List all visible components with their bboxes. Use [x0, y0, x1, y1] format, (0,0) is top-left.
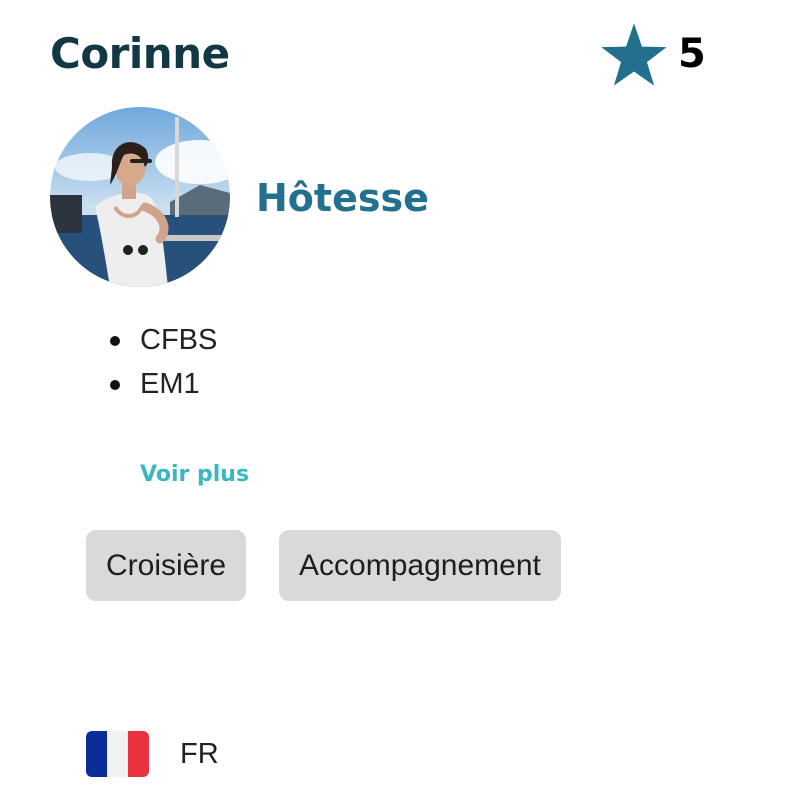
language: FR: [86, 731, 219, 777]
certifications-list: CFBS EM1: [109, 318, 217, 406]
certification-item: EM1: [109, 362, 217, 406]
tags-list: Croisière Accompagnement: [86, 530, 594, 601]
certification-item: CFBS: [109, 318, 217, 362]
rating: 5: [600, 22, 706, 86]
france-flag-icon: [86, 731, 149, 777]
language-code: FR: [180, 737, 219, 770]
see-more-link[interactable]: Voir plus: [140, 458, 249, 492]
star-icon: [601, 23, 667, 86]
avatar-photo: [50, 107, 230, 287]
tag-croisiere[interactable]: Croisière: [86, 530, 247, 601]
role-title: Hôtesse: [256, 176, 429, 220]
rating-value: 5: [678, 31, 706, 77]
profile-name: Corinne: [50, 29, 230, 78]
tag-accompagnement[interactable]: Accompagnement: [279, 530, 561, 601]
avatar: [50, 107, 230, 287]
